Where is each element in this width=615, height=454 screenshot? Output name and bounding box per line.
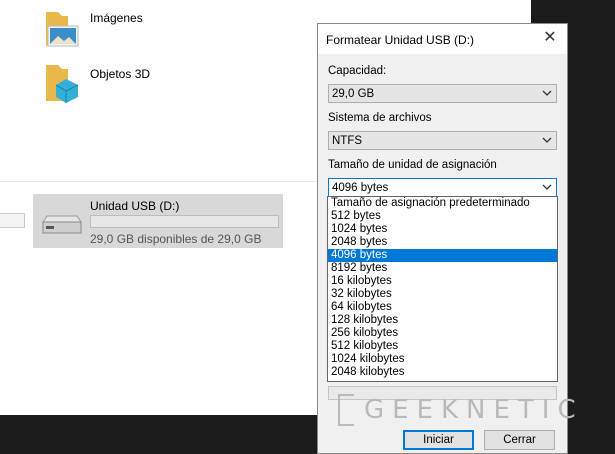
drive-usage-bar [90, 215, 279, 228]
allocation-option[interactable]: 64 kilobytes [328, 301, 557, 314]
filesystem-label: Sistema de archivos [328, 112, 432, 124]
chevron-down-icon [542, 137, 552, 143]
filesystem-select[interactable]: NTFS [328, 131, 557, 150]
folder-label: Imágenes [90, 11, 143, 25]
allocation-value: 4096 bytes [332, 182, 389, 194]
allocation-option[interactable]: 2048 kilobytes [328, 366, 557, 379]
folder-label: Objetos 3D [90, 67, 151, 81]
allocation-option[interactable]: 4096 bytes [328, 249, 557, 262]
capacity-label: Capacidad: [328, 65, 387, 77]
dialog-titlebar: Formatear Unidad USB (D:) ✕ [318, 24, 567, 54]
watermark-bracket [338, 394, 354, 426]
close-icon[interactable]: ✕ [541, 29, 559, 47]
watermark: GEEKNETIC [338, 394, 584, 426]
usb-drive-icon [42, 215, 82, 234]
allocation-select[interactable]: 4096 bytes [328, 178, 557, 197]
allocation-dropdown-list: Tamaño de asignación predeterminado 512 b… [327, 196, 558, 382]
start-button[interactable]: Iniciar [403, 430, 474, 450]
chevron-down-icon [542, 184, 552, 190]
allocation-option[interactable]: Tamaño de asignación predeterminado [328, 197, 557, 210]
drive-item-usb[interactable]: Unidad USB (D:) 29,0 GB disponibles de 2… [33, 194, 283, 248]
pictures-folder-icon [46, 12, 79, 47]
3d-objects-folder-icon [46, 65, 79, 103]
allocation-option[interactable]: 1024 kilobytes [328, 353, 557, 366]
capacity-value: 29,0 GB [332, 88, 375, 100]
close-button[interactable]: Cerrar [484, 430, 555, 450]
allocation-option[interactable]: 2048 bytes [328, 236, 557, 249]
allocation-option[interactable]: 16 kilobytes [328, 275, 557, 288]
allocation-option[interactable]: 512 kilobytes [328, 340, 557, 353]
chevron-down-icon [542, 90, 552, 96]
watermark-text: GEEKNETIC [364, 395, 584, 425]
drive-name: Unidad USB (D:) [90, 199, 180, 213]
capacity-select[interactable]: 29,0 GB [328, 84, 557, 103]
allocation-option[interactable]: 1024 bytes [328, 223, 557, 236]
allocation-option[interactable]: 128 kilobytes [328, 314, 557, 327]
dialog-title: Formatear Unidad USB (D:) [326, 33, 475, 47]
filesystem-value: NTFS [332, 135, 363, 147]
allocation-option[interactable]: 512 bytes [328, 210, 557, 223]
allocation-option[interactable]: 8192 bytes [328, 262, 557, 275]
allocation-option[interactable]: 32 kilobytes [328, 288, 557, 301]
partial-drive-tile[interactable] [0, 213, 25, 228]
allocation-option[interactable]: 256 kilobytes [328, 327, 557, 340]
drive-free-space: 29,0 GB disponibles de 29,0 GB [90, 232, 262, 246]
allocation-label: Tamaño de unidad de asignación [328, 159, 497, 171]
